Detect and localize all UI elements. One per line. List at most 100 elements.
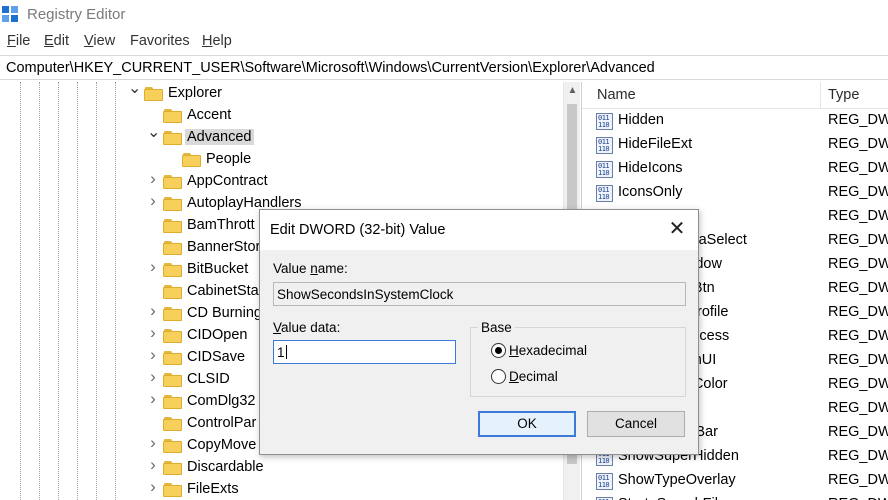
tree-item-label: Discardable	[187, 459, 264, 475]
scroll-up-arrow-icon[interactable]: ▲	[564, 84, 581, 98]
value-type: REG_DWORD	[828, 160, 888, 176]
value-name-label: Value name:	[273, 261, 348, 276]
value-name-field: ShowSecondsInSystemClock	[273, 282, 686, 306]
value-type: REG_DWORD	[828, 496, 888, 500]
column-header-name[interactable]: Name	[597, 87, 636, 103]
menu-bar: File Edit View Favorites Help	[0, 31, 888, 53]
tree-item-label: CIDSave	[187, 349, 246, 365]
tree-item-label: CD Burning	[187, 305, 262, 321]
value-type: REG_DWORD	[828, 328, 888, 344]
folder-icon	[163, 197, 182, 211]
folder-icon	[163, 417, 182, 431]
folder-icon	[144, 87, 163, 101]
dialog-title-bar: Edit DWORD (32-bit) Value ✕	[260, 210, 698, 250]
list-item[interactable]: 011110 HideFileExt REG_DWORD	[582, 133, 888, 157]
reg-binary-value-icon: 011110	[596, 137, 613, 154]
tree-item-label: Explorer	[168, 85, 222, 101]
chevron-right-icon[interactable]: ›	[147, 390, 159, 407]
folder-icon	[163, 395, 182, 409]
chevron-right-icon[interactable]: ›	[147, 346, 159, 363]
chevron-right-icon[interactable]: ›	[147, 302, 159, 319]
list-item[interactable]: 011110 HideIcons REG_DWORD	[582, 157, 888, 181]
folder-icon	[163, 307, 182, 321]
value-type: REG_DWORD	[828, 256, 888, 272]
value-type: REG_DWORD	[828, 112, 888, 128]
tree-item-label: CopyMove	[187, 437, 257, 453]
value-type: REG_DWORD	[828, 400, 888, 416]
chevron-right-icon[interactable]: ›	[147, 170, 159, 187]
folder-icon	[163, 241, 182, 255]
tree-item-label: AppContract	[187, 173, 268, 189]
chevron-right-icon[interactable]: ›	[147, 192, 159, 209]
decimal-radio[interactable]	[491, 369, 506, 384]
chevron-right-icon[interactable]: ›	[147, 478, 159, 495]
close-icon[interactable]: ✕	[666, 218, 688, 240]
value-name: IconsOnly	[618, 184, 683, 200]
folder-icon	[163, 263, 182, 277]
tree-item-label: Accent	[187, 107, 232, 123]
menu-view[interactable]: View	[84, 33, 115, 49]
folder-icon	[163, 175, 182, 189]
reg-binary-value-icon: 011110	[596, 473, 613, 490]
folder-icon	[163, 439, 182, 453]
folder-icon	[163, 219, 182, 233]
tree-item-label: People	[206, 151, 252, 167]
menu-favorites[interactable]: Favorites	[130, 33, 190, 49]
folder-icon	[182, 153, 201, 167]
value-type: REG_DWORD	[828, 232, 888, 248]
list-item[interactable]: 011110 ShowTypeOverlay REG_DWORD	[582, 469, 888, 493]
list-item[interactable]: 011110 IconsOnly REG_DWORD	[582, 181, 888, 205]
menu-edit[interactable]: Edit	[44, 33, 69, 49]
tree-item[interactable]: ⌄ Explorer	[0, 82, 563, 105]
hexadecimal-label[interactable]: Hexadecimal	[509, 343, 587, 358]
tree-item[interactable]: › Discardable	[0, 456, 563, 479]
tree-item-label: BitBucket	[187, 261, 249, 277]
chevron-right-icon[interactable]: ›	[147, 456, 159, 473]
chevron-down-icon[interactable]: ⌄	[147, 125, 160, 141]
chevron-right-icon[interactable]: ›	[147, 324, 159, 341]
hexadecimal-radio[interactable]	[491, 343, 506, 358]
column-header-type[interactable]: Type	[828, 87, 859, 103]
folder-icon	[163, 109, 182, 123]
list-item[interactable]: 011110Start_SearchFilesREG_DWORD	[582, 493, 888, 500]
address-path[interactable]: Computer\HKEY_CURRENT_USER\Software\Micr…	[6, 60, 655, 76]
value-type: REG_DWORD	[828, 472, 888, 488]
chevron-right-icon[interactable]: ›	[147, 434, 159, 451]
ok-button[interactable]: OK	[478, 411, 576, 437]
tree-item[interactable]: ⌄ Advanced	[0, 125, 563, 149]
folder-icon	[163, 329, 182, 343]
folder-icon	[163, 461, 182, 475]
tree-item[interactable]: Accent	[0, 105, 563, 127]
value-data-label: Value data:	[273, 320, 341, 335]
tree-item-label: ControlPar	[187, 415, 257, 431]
value-type: REG_DWORD	[828, 280, 888, 296]
dialog-title: Edit DWORD (32-bit) Value	[270, 222, 446, 238]
tree-item-label: CIDOpen	[187, 327, 248, 343]
value-type: REG_DWORD	[828, 136, 888, 152]
chevron-right-icon[interactable]: ›	[147, 368, 159, 385]
tree-item[interactable]: › AppContract	[0, 170, 563, 193]
chevron-down-icon[interactable]: ⌄	[128, 82, 141, 97]
registry-editor-app-icon	[2, 6, 19, 23]
reg-binary-value-icon: 011110	[596, 113, 613, 130]
cancel-button[interactable]: Cancel	[587, 411, 685, 437]
menu-help[interactable]: Help	[202, 33, 232, 49]
menu-file[interactable]: File	[7, 33, 30, 49]
value-type: REG_DWORD	[828, 208, 888, 224]
value-name: HideIcons	[618, 160, 683, 176]
address-bar[interactable]: Computer\HKEY_CURRENT_USER\Software\Micr…	[0, 55, 888, 80]
tree-item-label: CabinetSta	[187, 283, 259, 299]
chevron-right-icon[interactable]: ›	[147, 258, 159, 275]
tree-item-label: CLSID	[187, 371, 230, 387]
list-header: Name Type	[582, 82, 888, 109]
decimal-label[interactable]: Decimal	[509, 369, 558, 384]
base-group	[470, 327, 686, 397]
column-divider[interactable]	[820, 82, 821, 109]
list-item[interactable]: 011110 Hidden REG_DWORD	[582, 109, 888, 133]
tree-item-label: ComDlg32	[187, 393, 256, 409]
tree-item[interactable]: › FileExts	[0, 478, 563, 500]
value-data-input[interactable]: 1	[273, 340, 456, 364]
folder-icon	[163, 351, 182, 365]
tree-item[interactable]: People	[0, 149, 563, 171]
tree-item-label: FileExts	[187, 481, 239, 497]
